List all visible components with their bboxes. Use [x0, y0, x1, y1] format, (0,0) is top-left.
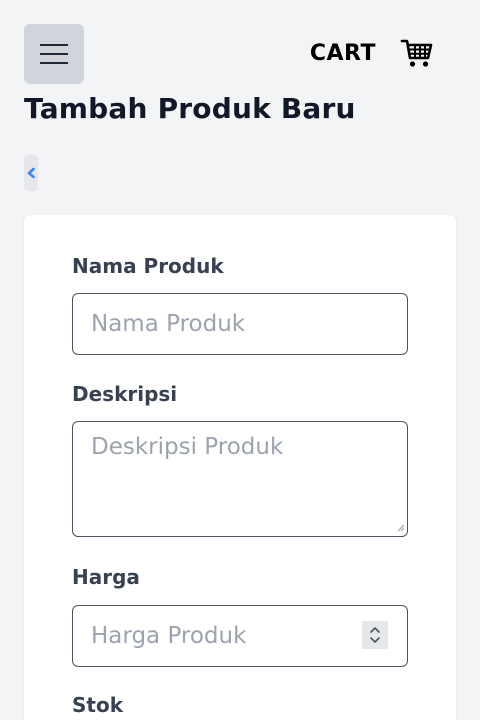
product-name-label: Nama Produk: [72, 254, 224, 278]
menu-button[interactable]: [24, 24, 84, 84]
resize-grip-icon[interactable]: [397, 524, 405, 532]
cart-link[interactable]: CART: [310, 36, 434, 70]
shopping-cart-icon: [400, 39, 433, 67]
page-title: Tambah Produk Baru: [24, 92, 356, 125]
description-label: Deskripsi: [72, 382, 178, 406]
price-label: Harga: [72, 565, 140, 589]
chevron-left-icon: [27, 167, 35, 179]
stepper-up-down-icon: [370, 627, 380, 643]
product-name-input[interactable]: [72, 293, 408, 355]
stock-label: Stok: [72, 693, 124, 717]
back-button[interactable]: [24, 155, 38, 191]
product-form-card: Nama Produk Deskripsi Harga Stok: [24, 215, 456, 720]
hamburger-menu-icon: [40, 44, 68, 46]
price-stepper[interactable]: [362, 621, 388, 649]
description-textarea[interactable]: [72, 421, 408, 537]
cart-label: CART: [309, 40, 376, 66]
price-input[interactable]: [72, 605, 408, 667]
